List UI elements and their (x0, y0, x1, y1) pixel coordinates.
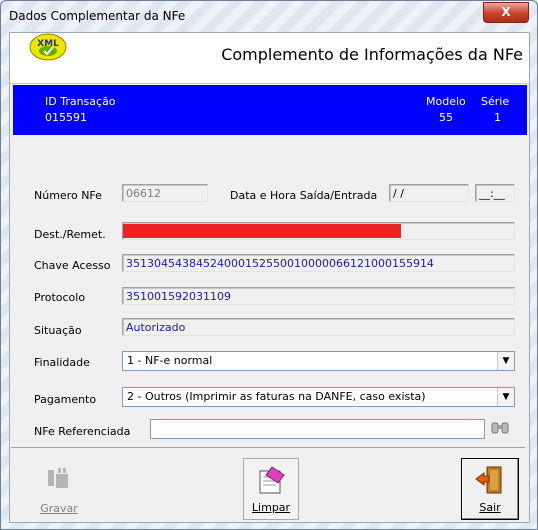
protocolo-label: Protocolo (34, 291, 86, 304)
binoculars-search-button[interactable] (489, 419, 513, 439)
dest-remet-field (122, 222, 515, 240)
chevron-down-icon[interactable]: ▼ (497, 388, 514, 406)
numero-nfe-label: Número NFe (34, 189, 102, 202)
pagamento-value: 2 - Outros (Imprimir as faturas na DANFE… (127, 390, 426, 403)
divider (11, 447, 525, 448)
pagamento-select[interactable]: 2 - Outros (Imprimir as faturas na DANFE… (122, 387, 515, 407)
serie-label: Série (481, 95, 510, 108)
gravar-button[interactable]: Gravar (31, 458, 87, 520)
protocolo-field[interactable]: 351001592031109 (122, 287, 515, 305)
binoculars-icon (491, 422, 509, 434)
numero-nfe-field[interactable]: 06612 (122, 184, 208, 202)
xml-document-icon: XML (27, 31, 69, 66)
dest-remet-label: Dest./Remet. (34, 228, 106, 241)
close-icon: X (501, 5, 511, 19)
transaction-panel: ID Transação 015591 Modelo 55 Série 1 (13, 85, 527, 135)
chave-acesso-label: Chave Acesso (34, 259, 111, 272)
nfe-referenciada-input[interactable] (150, 419, 485, 439)
sair-button[interactable]: Sair (461, 458, 519, 520)
dialog-window: Dados Complementar da NFe X XML Compleme… (0, 0, 538, 530)
window-title: Dados Complementar da NFe (9, 9, 186, 23)
limpar-button[interactable]: Limpar (243, 458, 299, 520)
situacao-label: Situação (34, 324, 82, 337)
data-saida-field[interactable]: / / (389, 184, 469, 202)
modelo-value: 55 (439, 111, 453, 124)
redacted-bar (123, 224, 401, 238)
modelo-label: Modelo (426, 95, 466, 108)
hora-saida-field[interactable]: __:__ (475, 184, 515, 202)
sair-label: Sair (479, 501, 501, 514)
situacao-field[interactable]: Autorizado (122, 318, 515, 336)
page-title: Complemento de Informações da NFe (221, 45, 523, 64)
eraser-icon (259, 466, 285, 494)
pagamento-label: Pagamento (34, 393, 97, 406)
id-transacao-value: 015591 (45, 111, 87, 124)
gravar-label: Gravar (40, 502, 78, 515)
data-hora-label: Data e Hora Saída/Entrada (230, 189, 378, 202)
gravar-icon (48, 468, 68, 488)
serie-value: 1 (494, 111, 501, 124)
xml-icon-text: XML (37, 39, 59, 49)
finalidade-value: 1 - NF-e normal (127, 354, 213, 367)
finalidade-select[interactable]: 1 - NF-e normal ▼ (122, 351, 515, 371)
chevron-down-icon[interactable]: ▼ (497, 352, 514, 370)
close-button[interactable]: X (483, 2, 529, 23)
chave-acesso-field[interactable]: 3513045438452400015255001000006612100015… (122, 254, 515, 272)
title-bar: Dados Complementar da NFe X (1, 1, 537, 31)
nfe-referenciada-label: NFe Referenciada (34, 425, 131, 438)
id-transacao-label: ID Transação (45, 95, 116, 108)
exit-door-icon (475, 466, 502, 494)
limpar-label: Limpar (251, 501, 291, 514)
finalidade-label: Finalidade (34, 356, 90, 369)
